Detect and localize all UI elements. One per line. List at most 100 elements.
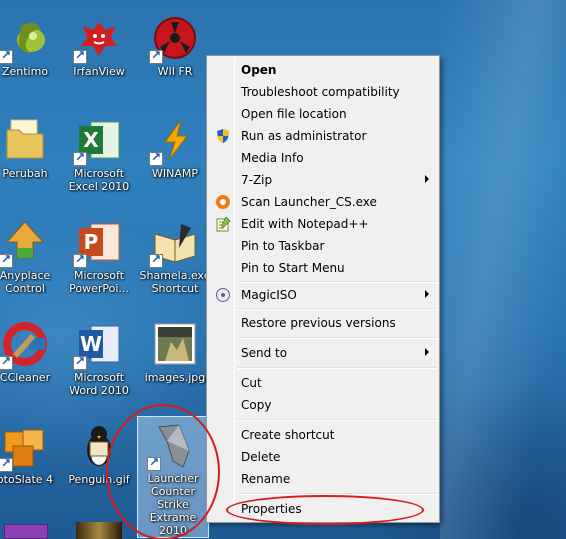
menu-separator: [237, 281, 437, 283]
menu-item-send-to[interactable]: Send to: [209, 342, 437, 364]
menu-separator: [237, 367, 437, 369]
menu-item-run-as-admin[interactable]: Run as administrator: [209, 125, 437, 147]
icon-label: Microsoft Word 2010: [69, 371, 129, 397]
icon-label: Microsoft Excel 2010: [68, 167, 130, 193]
menu-item-pin-start-menu[interactable]: Pin to Start Menu: [209, 257, 437, 279]
menu-item-troubleshoot[interactable]: Troubleshoot compatibility: [209, 81, 437, 103]
menu-item-label: Media Info: [241, 151, 304, 165]
uac-shield-icon: [215, 128, 231, 144]
menu-item-label: Open: [241, 63, 277, 77]
icon-label: Shamela.exe Shortcut: [139, 269, 211, 295]
menu-item-delete[interactable]: Delete: [209, 446, 437, 468]
menu-item-label: Scan Launcher_CS.exe: [241, 195, 377, 209]
icon-label: Perubah: [2, 167, 48, 180]
menu-item-label: Properties: [241, 502, 302, 516]
menu-item-media-info[interactable]: Media Info: [209, 147, 437, 169]
icon-label: CCleaner: [0, 371, 51, 384]
context-menu: Open Troubleshoot compatibility Open fil…: [206, 55, 440, 523]
desktop-icon-ccleaner[interactable]: CCleaner: [0, 320, 62, 384]
menu-item-restore-versions[interactable]: Restore previous versions: [209, 312, 437, 334]
anyplace-icon: [0, 218, 49, 268]
icon-label: images.jpg: [144, 371, 206, 384]
image-file-icon: [151, 320, 199, 368]
submenu-arrow-icon: [425, 290, 429, 298]
menu-item-label: Cut: [241, 376, 262, 390]
desktop-icon-shamela[interactable]: Shamela.exe Shortcut: [138, 218, 212, 295]
menu-item-label: Restore previous versions: [241, 316, 396, 330]
menu-item-label: 7-Zip: [241, 173, 273, 187]
irfanview-icon: [73, 14, 123, 64]
icon-label: Penguin.gif: [68, 473, 130, 486]
menu-item-edit-notepadpp[interactable]: Edit with Notepad++: [209, 213, 437, 235]
desktop-icon-powerpoint[interactable]: P Microsoft PowerPoi...: [62, 218, 136, 295]
zentimo-icon: [0, 14, 49, 64]
menu-item-open-file-location[interactable]: Open file location: [209, 103, 437, 125]
submenu-arrow-icon: [425, 348, 429, 356]
menu-item-label: Create shortcut: [241, 428, 335, 442]
svg-text:W: W: [80, 332, 102, 356]
wallpaper-highlight: [440, 0, 566, 539]
menu-item-scan-launcher[interactable]: Scan Launcher_CS.exe: [209, 191, 437, 213]
penguin-icon: [75, 422, 123, 470]
desktop-icon-winamp[interactable]: WINAMP: [138, 116, 212, 180]
cs-launcher-icon: [147, 421, 197, 471]
menu-item-label: Rename: [241, 472, 291, 486]
menu-separator: [237, 419, 437, 421]
icon-label: WII FR: [157, 65, 193, 78]
menu-item-rename[interactable]: Rename: [209, 468, 437, 490]
desktop-icon-perubah[interactable]: Perubah: [0, 116, 62, 180]
word-icon: W: [73, 320, 123, 370]
desktop-icon-zentimo[interactable]: Zentimo: [0, 14, 62, 78]
icon-label: Zentimo: [1, 65, 49, 78]
icon-label: WINAMP: [152, 167, 198, 180]
menu-item-label: Run as administrator: [241, 129, 367, 143]
menu-item-label: Copy: [241, 398, 272, 412]
menu-item-label: Troubleshoot compatibility: [241, 85, 400, 99]
excel-icon: X: [73, 116, 123, 166]
icon-label: Microsoft PowerPoi...: [69, 269, 129, 295]
notepadpp-icon: [215, 216, 231, 232]
submenu-arrow-icon: [425, 175, 429, 183]
menu-item-label: Pin to Taskbar: [241, 239, 325, 253]
folder-icon: [1, 116, 49, 164]
wii-fr-icon: [149, 14, 199, 64]
icon-label: Launcher Counter Strike Extrame 2010 v5: [147, 472, 199, 539]
svg-text:P: P: [84, 230, 99, 254]
icon-label: IrfanView: [73, 65, 125, 78]
menu-item-open[interactable]: Open: [209, 59, 437, 81]
menu-item-label: Delete: [241, 450, 281, 464]
desktop-icon-excel[interactable]: X Microsoft Excel 2010: [62, 116, 136, 193]
ccleaner-icon: [0, 320, 49, 370]
menu-item-copy[interactable]: Copy: [209, 394, 437, 416]
desktop-icon-penguin-gif[interactable]: Penguin.gif: [62, 422, 136, 486]
icon-label: otoSlate 4: [0, 473, 54, 486]
shamela-icon: [149, 218, 199, 268]
menu-item-label: Edit with Notepad++: [241, 217, 369, 231]
desktop-icon-irfanview[interactable]: IrfanView: [62, 14, 136, 78]
menu-separator: [237, 308, 437, 310]
desktop-icon-anyplace[interactable]: Anyplace Control: [0, 218, 62, 295]
avast-icon: [215, 194, 231, 210]
desktop-icon-images-jpg[interactable]: images.jpg: [138, 320, 212, 384]
winamp-icon: [149, 116, 199, 166]
menu-item-7zip[interactable]: 7-Zip: [209, 169, 437, 191]
desktop-icon-cs-launcher[interactable]: Launcher Counter Strike Extrame 2010 v5: [137, 416, 209, 539]
svg-text:X: X: [83, 128, 99, 152]
desktop-icon-partial-purple[interactable]: [4, 524, 48, 539]
menu-item-magiciso[interactable]: MagicISO: [209, 284, 437, 306]
menu-item-label: Pin to Start Menu: [241, 261, 345, 275]
menu-separator: [237, 337, 437, 339]
menu-item-create-shortcut[interactable]: Create shortcut: [209, 424, 437, 446]
desktop-icon-photoslate[interactable]: otoSlate 4: [0, 422, 62, 486]
desktop-icon-word[interactable]: W Microsoft Word 2010: [62, 320, 136, 397]
desktop-icon-wii-fr[interactable]: WII FR: [138, 14, 212, 78]
menu-item-properties[interactable]: Properties: [209, 498, 437, 520]
desktop-icon-partial-image[interactable]: [76, 522, 122, 539]
menu-item-label: Send to: [241, 346, 288, 360]
powerpoint-icon: P: [73, 218, 123, 268]
icon-label: Anyplace Control: [0, 269, 51, 295]
menu-separator: [237, 493, 437, 495]
menu-item-pin-taskbar[interactable]: Pin to Taskbar: [209, 235, 437, 257]
menu-item-label: MagicISO: [241, 288, 297, 302]
menu-item-cut[interactable]: Cut: [209, 372, 437, 394]
